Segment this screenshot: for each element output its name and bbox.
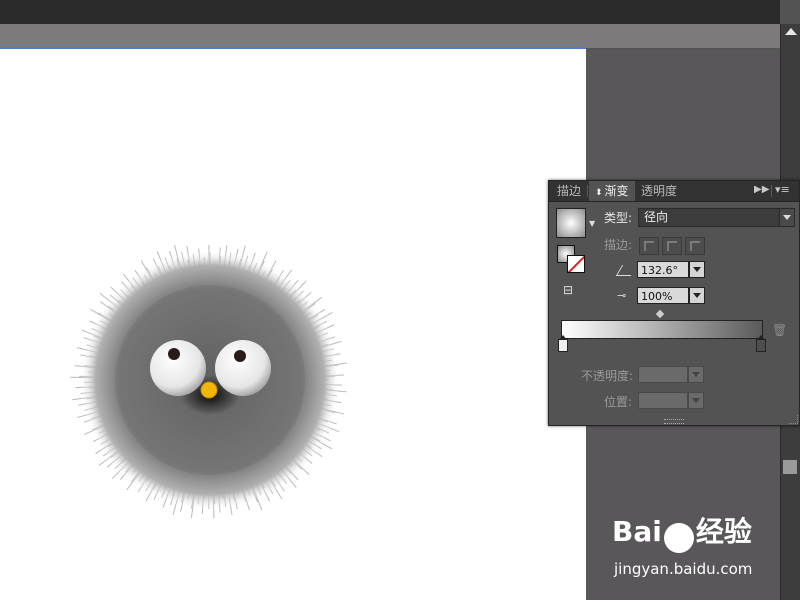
stroke-along-button[interactable] bbox=[662, 237, 682, 255]
right-eye bbox=[215, 340, 271, 396]
gradient-preview-swatch[interactable] bbox=[556, 208, 586, 238]
tab-transparency[interactable]: 透明度 bbox=[635, 181, 683, 201]
angle-value: 132.6° bbox=[641, 264, 678, 277]
chevron-down-icon[interactable] bbox=[688, 392, 704, 409]
chevron-down-icon bbox=[779, 209, 794, 226]
chevron-down-icon[interactable]: ▼ bbox=[589, 219, 595, 228]
gradient-slider[interactable] bbox=[561, 320, 763, 339]
type-select-value: 径向 bbox=[644, 210, 669, 224]
stroke-across-button[interactable] bbox=[685, 237, 705, 255]
baidu-watermark: Bai 经验 jingyan.baidu.com bbox=[612, 510, 752, 578]
chevron-down-icon[interactable] bbox=[689, 287, 705, 304]
opacity-label: 不透明度: bbox=[581, 369, 634, 383]
gradient-panel: 描边 ⬍ 渐变 透明度 ▶▶ ▾≡ ▼ ⊟ 类型: 径向 描边: 132.6° ⊸… bbox=[548, 180, 800, 426]
watermark-url: jingyan.baidu.com bbox=[614, 560, 753, 578]
midpoint-diamond-icon[interactable] bbox=[655, 309, 665, 319]
application-bar bbox=[0, 0, 780, 25]
reverse-gradient-icon[interactable]: ⊟ bbox=[563, 283, 579, 299]
right-pupil bbox=[234, 350, 246, 362]
angle-field[interactable]: 132.6° bbox=[637, 261, 705, 278]
gradient-stop-right[interactable] bbox=[756, 335, 766, 352]
aspect-ratio-value: 100% bbox=[641, 290, 673, 303]
stroke-label: 描边: bbox=[604, 238, 633, 252]
scroll-up-icon[interactable] bbox=[785, 28, 797, 35]
tab-gradient-label: 渐变 bbox=[604, 184, 629, 198]
position-field[interactable] bbox=[638, 392, 704, 409]
fuzzy-creature-artwork[interactable] bbox=[70, 245, 350, 525]
type-label: 类型: bbox=[604, 211, 633, 225]
beak bbox=[200, 381, 218, 399]
watermark-brand-right: 经验 bbox=[695, 515, 752, 548]
watermark-brand-left: Bai bbox=[612, 515, 662, 548]
chevron-down-icon[interactable] bbox=[689, 261, 705, 278]
aspect-ratio-icon: ⊸ bbox=[617, 289, 627, 302]
left-eye bbox=[150, 340, 206, 396]
panel-resize-grip[interactable] bbox=[664, 419, 684, 424]
tab-separator bbox=[587, 185, 588, 197]
gradient-stop-left[interactable] bbox=[558, 335, 568, 352]
paw-logo-icon bbox=[663, 522, 694, 553]
chevron-down-icon[interactable] bbox=[688, 366, 704, 383]
stroke-swatch[interactable] bbox=[567, 255, 585, 273]
document-tab-strip bbox=[0, 24, 780, 48]
type-select[interactable]: 径向 bbox=[638, 208, 795, 227]
tab-separator bbox=[771, 185, 772, 197]
left-pupil bbox=[168, 348, 180, 360]
double-arrow-icon[interactable]: ▶▶ bbox=[754, 184, 769, 195]
angle-icon bbox=[615, 265, 638, 276]
panel-corner-resize[interactable] bbox=[789, 415, 798, 424]
panel-tab-bar: 描边 ⬍ 渐变 透明度 ▶▶ ▾≡ bbox=[549, 181, 799, 202]
stroke-within-button[interactable] bbox=[639, 237, 659, 255]
tab-stroke[interactable]: 描边 bbox=[551, 181, 587, 201]
panel-menu-icon[interactable]: ▾≡ bbox=[775, 183, 790, 196]
position-label: 位置: bbox=[604, 395, 633, 409]
opacity-field[interactable] bbox=[638, 366, 704, 383]
scrollbar-thumb[interactable] bbox=[783, 460, 797, 474]
tab-gradient[interactable]: ⬍ 渐变 bbox=[589, 181, 635, 201]
aspect-ratio-field[interactable]: 100% bbox=[637, 287, 705, 304]
trash-icon[interactable]: 🗑 bbox=[772, 323, 787, 337]
